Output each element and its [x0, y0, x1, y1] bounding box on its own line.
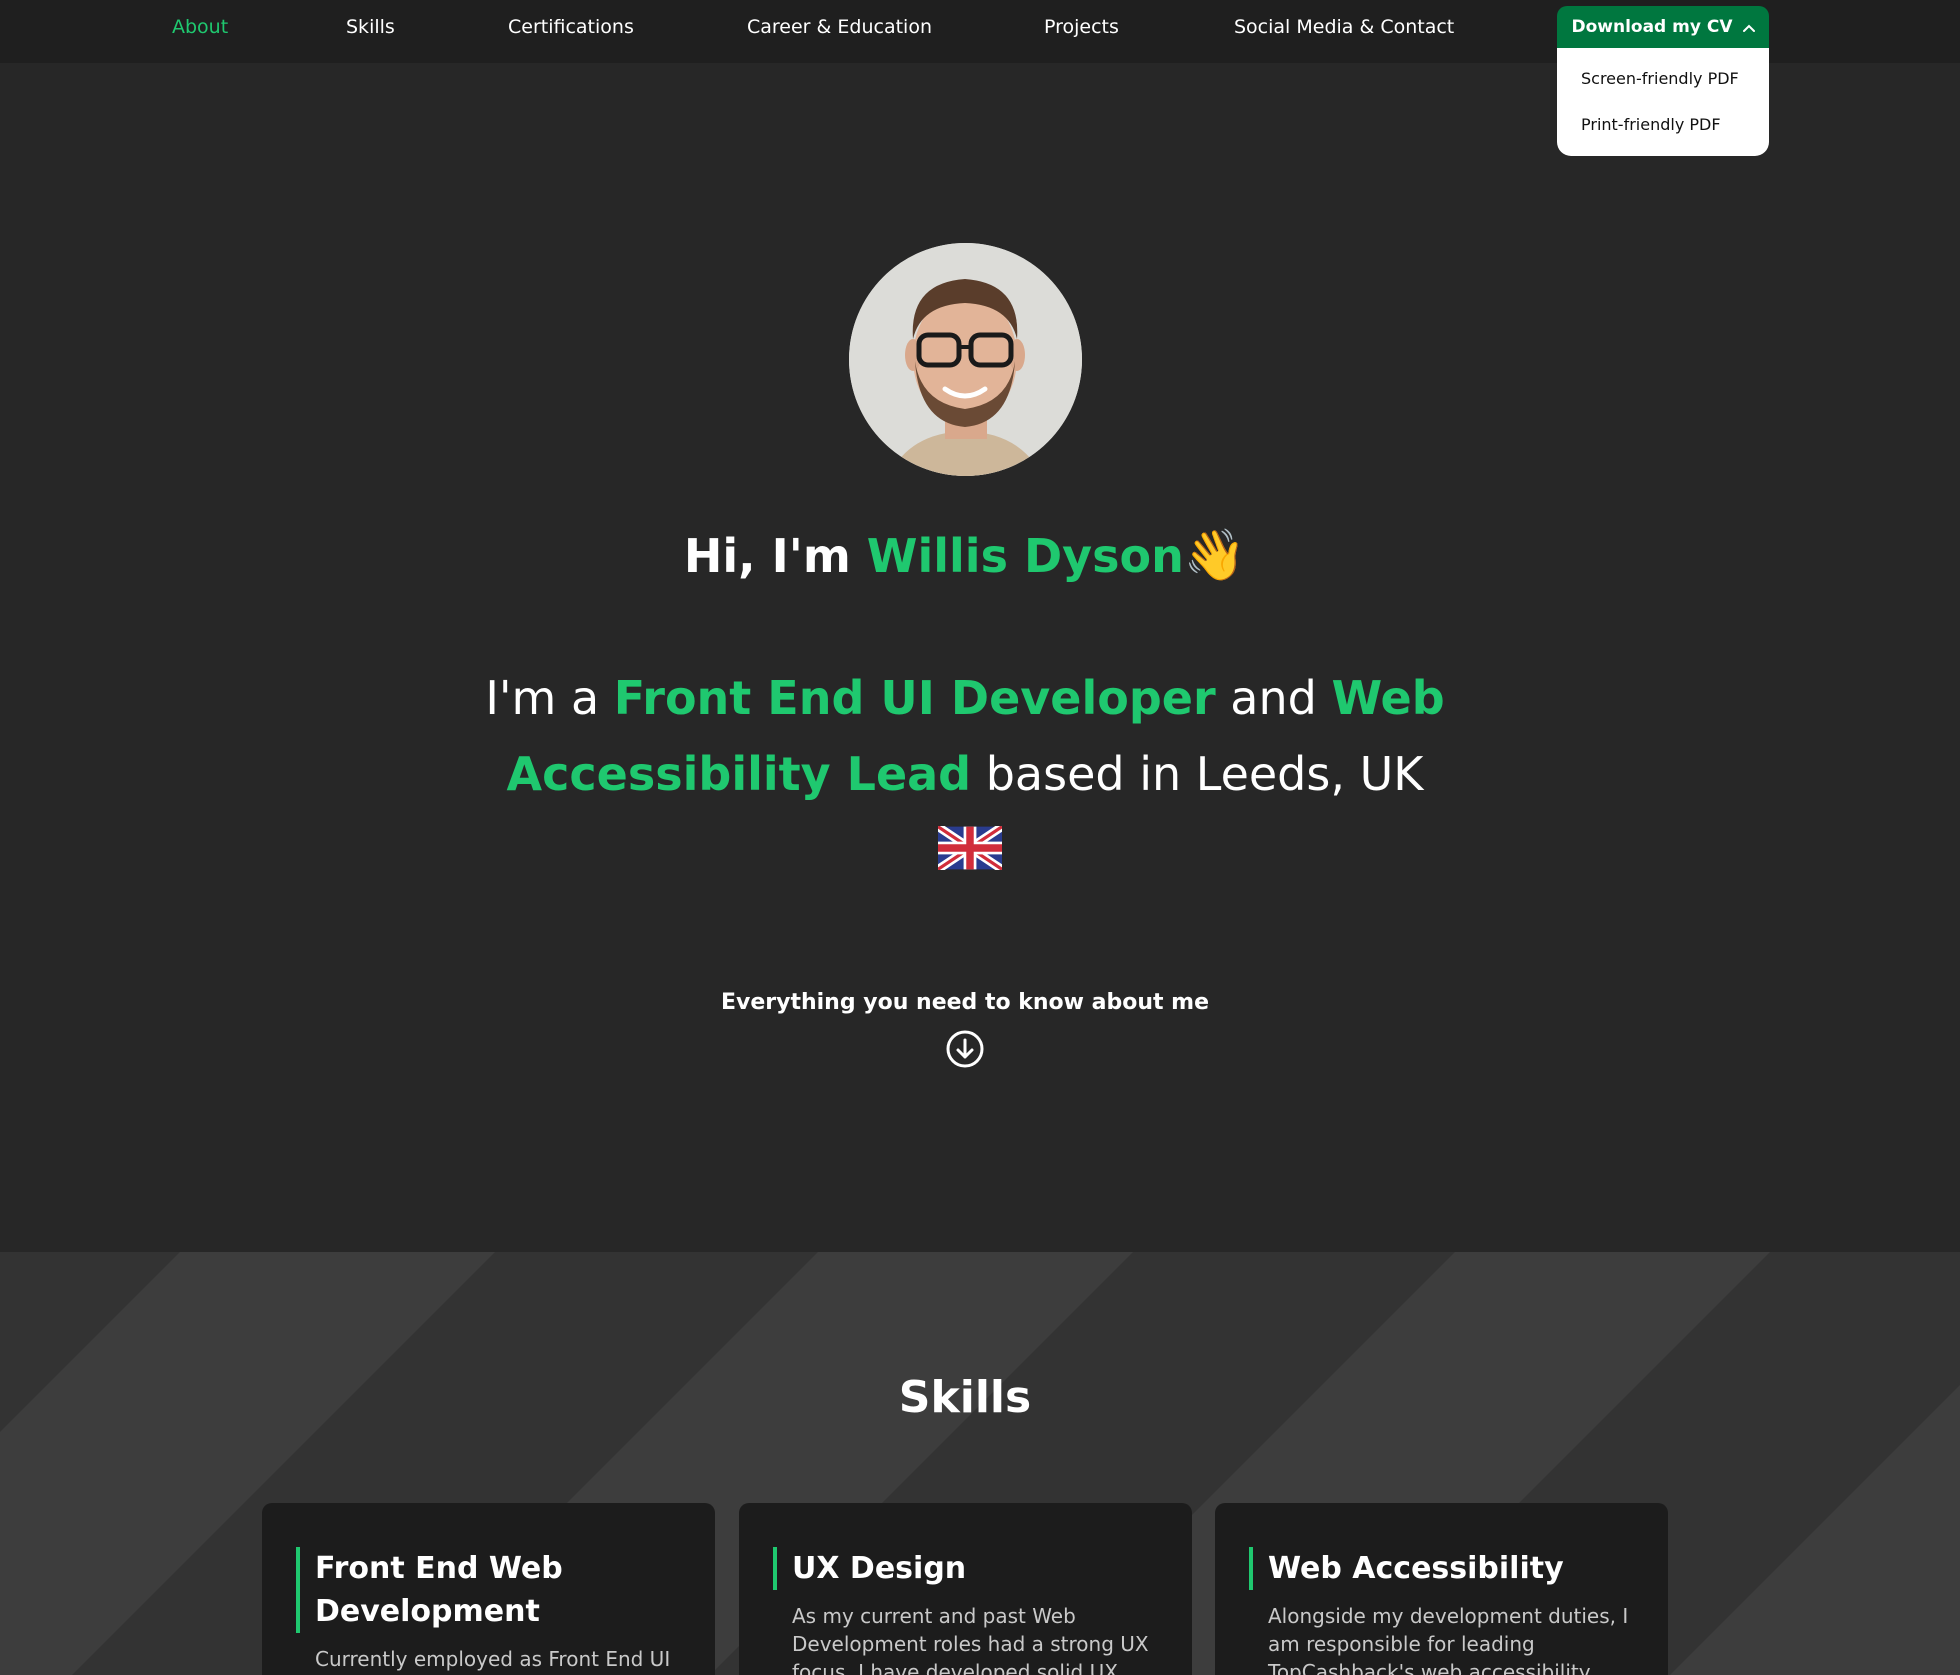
skill-card-accessibility: Web Accessibility Alongside my developme… — [1215, 1503, 1668, 1675]
avatar — [849, 243, 1082, 476]
tagline-part-1: I'm a — [485, 671, 614, 725]
nav-link-projects[interactable]: Projects — [1044, 14, 1119, 40]
tagline-part-3: based in Leeds, UK — [971, 747, 1424, 801]
top-navigation: About Skills Certifications Career & Edu… — [0, 0, 1960, 156]
cv-dropdown: Download my CV Screen-friendly PDF Print… — [1557, 6, 1769, 156]
wave-emoji: 👋 — [1183, 526, 1247, 584]
tagline-part-2: and — [1215, 671, 1332, 725]
skill-card-body: Currently employed as Front End UI — [315, 1647, 671, 1671]
uk-flag-icon — [935, 816, 1005, 892]
skill-card-body: As my current and past Web Development r… — [792, 1604, 1149, 1675]
greeting-prefix: Hi, I'm — [683, 529, 867, 583]
skills-title: Skills — [898, 1372, 1032, 1423]
scroll-to-about[interactable]: Everything you need to know about me — [0, 990, 1930, 1073]
skill-card-heading: Front End Web Development — [296, 1547, 681, 1633]
skill-card-front-end: Front End Web Development Currently empl… — [262, 1503, 715, 1675]
nav-link-certifications[interactable]: Certifications — [508, 14, 634, 40]
cv-dropdown-menu: Screen-friendly PDF Print-friendly PDF — [1557, 48, 1769, 156]
skill-card-heading: Web Accessibility — [1249, 1547, 1634, 1590]
download-cv-label: Download my CV — [1571, 17, 1733, 37]
skill-card-body: Alongside my development duties, I am re… — [1268, 1604, 1629, 1675]
scroll-cta-text: Everything you need to know about me — [720, 990, 1210, 1015]
nav-link-skills[interactable]: Skills — [346, 14, 395, 40]
hero-greeting: Hi, I'm Willis Dyson👋 — [0, 520, 1930, 591]
hero-name: Willis Dyson — [866, 529, 1184, 583]
nav-link-social-contact[interactable]: Social Media & Contact — [1234, 14, 1454, 40]
cv-menu-item-screen-pdf[interactable]: Screen-friendly PDF — [1557, 56, 1769, 102]
hero-tagline: I'm a Front End UI Developer and Web Acc… — [480, 660, 1450, 892]
cv-menu-item-print-pdf[interactable]: Print-friendly PDF — [1557, 102, 1769, 148]
nav-link-about[interactable]: About — [172, 14, 228, 40]
skill-card-ux-design: UX Design As my current and past Web Dev… — [739, 1503, 1192, 1675]
role-front-end: Front End UI Developer — [613, 671, 1216, 725]
arrow-down-circle-icon[interactable] — [945, 1029, 985, 1073]
skill-card-heading: UX Design — [773, 1547, 1158, 1590]
skills-section: Skills Front End Web Development Current… — [0, 1252, 1960, 1675]
chevron-up-icon — [1742, 17, 1755, 37]
nav-link-career-education[interactable]: Career & Education — [747, 14, 932, 40]
download-cv-button[interactable]: Download my CV — [1557, 6, 1769, 48]
